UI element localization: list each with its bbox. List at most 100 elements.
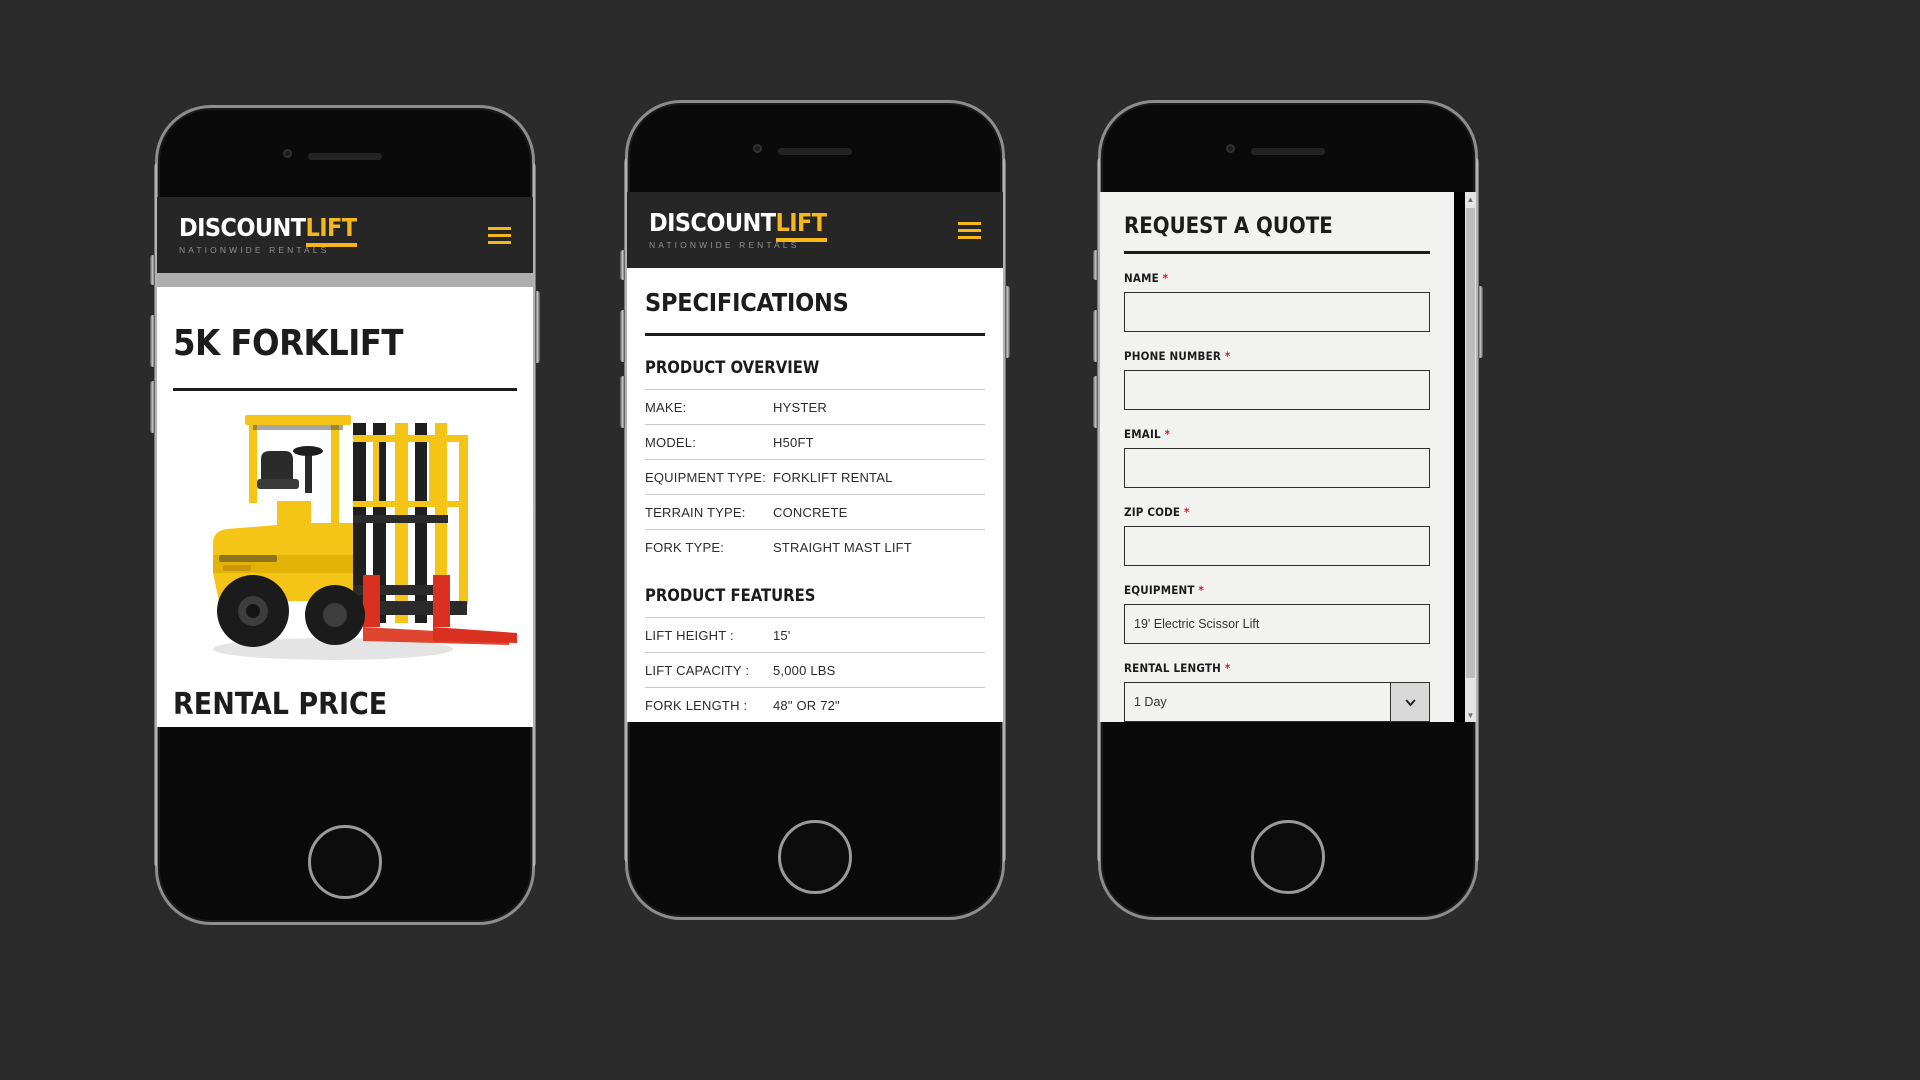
table-row: FORK LENGTH : 48" OR 72" <box>645 687 985 722</box>
title-divider <box>173 388 517 391</box>
phone2-screen: DISCOUNTLIFT NATIONWIDE RENTALS SPECIFIC… <box>627 192 1003 722</box>
earpiece-speaker <box>1251 148 1325 155</box>
home-button[interactable] <box>308 825 382 899</box>
site-logo[interactable]: DISCOUNTLIFT NATIONWIDE RENTALS <box>649 208 827 251</box>
screenshot-canvas: DISCOUNTLIFT NATIONWIDE RENTALS 5K FORKL… <box>0 0 1920 1080</box>
spec-label: LIFT HEIGHT : <box>645 628 734 643</box>
name-field[interactable] <box>1124 292 1430 332</box>
modal-title: REQUEST A QUOTE <box>1124 214 1333 239</box>
spec-value: HYSTER <box>773 400 827 415</box>
title-divider <box>645 333 985 336</box>
label-text: NAME <box>1124 271 1159 285</box>
scrollbar-thumb[interactable] <box>1466 208 1475 678</box>
spec-table-overview: MAKE: HYSTER MODEL: H50FT EQUIPMENT TYPE… <box>645 389 985 564</box>
spec-value: 48" OR 72" <box>773 698 840 713</box>
table-row: TERRAIN TYPE: CONCRETE <box>645 494 985 529</box>
phone1-screen: DISCOUNTLIFT NATIONWIDE RENTALS 5K FORKL… <box>157 197 533 727</box>
site-header: DISCOUNTLIFT NATIONWIDE RENTALS <box>627 192 1003 268</box>
ringer-switch[interactable] <box>150 255 155 285</box>
rental-price-heading: RENTAL PRICE <box>173 687 388 722</box>
required-marker: * <box>1198 583 1204 597</box>
required-marker: * <box>1184 505 1190 519</box>
site-logo[interactable]: DISCOUNTLIFT NATIONWIDE RENTALS <box>179 213 357 256</box>
page-title: SPECIFICATIONS <box>645 288 849 317</box>
hamburger-icon[interactable] <box>488 226 511 244</box>
volume-up-button[interactable] <box>150 315 155 367</box>
spec-label: LIFT CAPACITY : <box>645 663 750 678</box>
label-text: PHONE NUMBER <box>1124 349 1222 363</box>
volume-up-button[interactable] <box>620 310 625 362</box>
ringer-switch[interactable] <box>620 250 625 280</box>
table-row: MAKE: HYSTER <box>645 390 985 424</box>
logo-primary-text: DISCOUNT <box>649 208 776 238</box>
phone-device-product: DISCOUNTLIFT NATIONWIDE RENTALS 5K FORKL… <box>150 105 540 925</box>
table-row: FORK TYPE: STRAIGHT MAST LIFT <box>645 529 985 564</box>
home-button[interactable] <box>778 820 852 894</box>
spec-label: TERRAIN TYPE: <box>645 505 746 520</box>
label-rental-length: RENTAL LENGTH * <box>1124 661 1430 675</box>
chevron-down-icon[interactable]: ▼ <box>1465 708 1476 722</box>
chevron-up-icon[interactable]: ▲ <box>1465 192 1476 206</box>
spec-table-features: LIFT HEIGHT : 15' LIFT CAPACITY : 5,000 … <box>645 617 985 722</box>
front-camera-icon <box>283 149 292 158</box>
spec-label: EQUIPMENT TYPE: <box>645 470 766 485</box>
table-row: MODEL: H50FT <box>645 424 985 459</box>
rental-length-select[interactable] <box>1124 682 1430 722</box>
email-field[interactable] <box>1124 448 1430 488</box>
logo-tagline: NATIONWIDE RENTALS <box>649 240 800 251</box>
yellow-forklift-image <box>157 405 533 685</box>
label-equipment: EQUIPMENT * <box>1124 583 1430 597</box>
spec-label: MODEL: <box>645 435 697 450</box>
page-title: 5K FORKLIFT <box>173 323 404 364</box>
breadcrumb-bar <box>157 273 533 287</box>
logo-tagline: NATIONWIDE RENTALS <box>179 245 330 256</box>
spec-label: MAKE: <box>645 400 687 415</box>
equipment-field[interactable] <box>1124 604 1430 644</box>
modal-scrollbar[interactable]: ▲ ▼ <box>1465 192 1476 722</box>
earpiece-speaker <box>778 148 852 155</box>
ringer-switch[interactable] <box>1093 250 1098 280</box>
specifications-page: SPECIFICATIONS PRODUCT OVERVIEW MAKE: HY… <box>627 268 1003 722</box>
power-button[interactable] <box>1005 286 1010 358</box>
required-marker: * <box>1224 349 1231 363</box>
volume-up-button[interactable] <box>1093 310 1098 362</box>
spec-value: STRAIGHT MAST LIFT <box>773 540 912 555</box>
spec-value: 15' <box>773 628 791 643</box>
label-phone-number: PHONE NUMBER * <box>1124 349 1430 363</box>
home-button[interactable] <box>1251 820 1325 894</box>
logo-accent-text: LIFT <box>305 213 357 248</box>
table-row: LIFT CAPACITY : 5,000 LBS <box>645 652 985 687</box>
volume-down-button[interactable] <box>620 376 625 428</box>
volume-down-button[interactable] <box>150 381 155 433</box>
phone-number-field[interactable] <box>1124 370 1430 410</box>
rental-length-select-wrap <box>1124 682 1430 722</box>
modal-overlay: REQUEST A QUOTE NAME * PHONE NUMBER * EM… <box>1100 192 1476 722</box>
section-heading-features: PRODUCT FEATURES <box>645 586 816 605</box>
label-text: RENTAL LENGTH <box>1124 661 1221 675</box>
table-row: EQUIPMENT TYPE: FORKLIFT RENTAL <box>645 459 985 494</box>
spec-label: FORK TYPE: <box>645 540 725 555</box>
hamburger-icon[interactable] <box>958 221 981 239</box>
required-marker: * <box>1162 271 1169 285</box>
front-camera-icon <box>1226 144 1235 153</box>
phone3-screen: REQUEST A QUOTE NAME * PHONE NUMBER * EM… <box>1100 192 1476 722</box>
logo-accent-text: LIFT <box>775 208 827 243</box>
spec-value: CONCRETE <box>773 505 848 520</box>
power-button[interactable] <box>1478 286 1483 358</box>
label-text: EQUIPMENT <box>1124 583 1195 597</box>
spec-value: 5,000 LBS <box>773 663 836 678</box>
phone-device-quote-form: REQUEST A QUOTE NAME * PHONE NUMBER * EM… <box>1093 100 1483 920</box>
required-marker: * <box>1224 661 1231 675</box>
site-header: DISCOUNTLIFT NATIONWIDE RENTALS <box>157 197 533 273</box>
logo-primary-text: DISCOUNT <box>179 213 306 243</box>
power-button[interactable] <box>535 291 540 363</box>
section-heading-overview: PRODUCT OVERVIEW <box>645 358 820 377</box>
product-page: 5K FORKLIFT RENTAL PRICE <box>157 287 533 727</box>
table-row: LIFT HEIGHT : 15' <box>645 618 985 652</box>
volume-down-button[interactable] <box>1093 376 1098 428</box>
earpiece-speaker <box>308 153 382 160</box>
zip-code-field[interactable] <box>1124 526 1430 566</box>
modal-title-divider <box>1124 251 1430 254</box>
label-text: EMAIL <box>1124 427 1161 441</box>
chevron-down-icon[interactable] <box>1390 682 1430 722</box>
